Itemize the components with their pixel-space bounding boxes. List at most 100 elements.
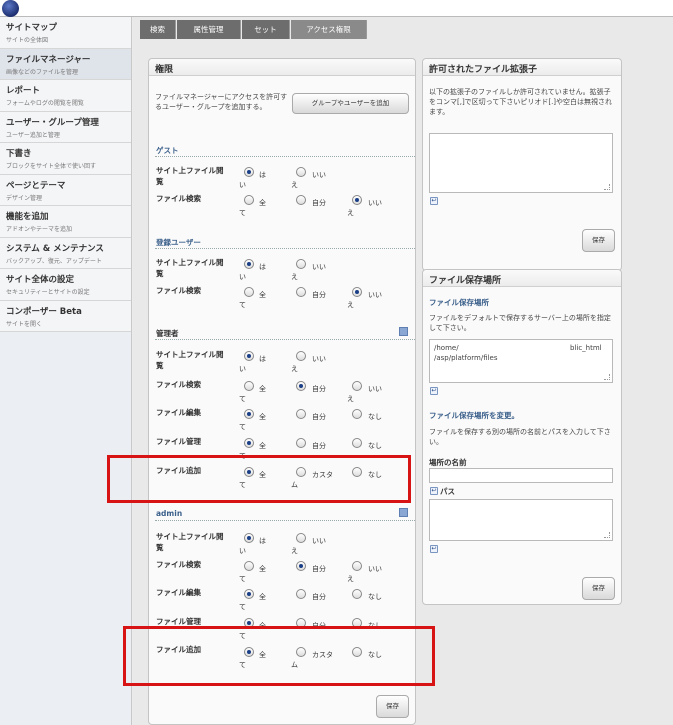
guest-search-self-radio[interactable] [296, 195, 306, 205]
registered-view-no-radio[interactable] [296, 259, 306, 269]
tab-search[interactable]: 検索 [140, 20, 176, 39]
main-area: 検索 属性管理 セット アクセス権限 権限 ファイルマネージャーにアクセスを許可… [133, 17, 673, 725]
label-view: サイト上ファイル閲覧 [156, 166, 224, 186]
group-heading-registered: 登録ユーザー [156, 238, 201, 247]
admins-search-no-radio[interactable] [352, 381, 362, 391]
admin-edit-none-radio[interactable] [352, 589, 362, 599]
expand-icon[interactable]: ↩ [430, 387, 438, 395]
admin-view-no-radio[interactable] [296, 533, 306, 543]
expand-icon[interactable]: ↩ [430, 197, 438, 205]
sidebar-item-sitemap[interactable]: サイトマップ サイトの全体図 [0, 17, 131, 49]
extensions-panel: 許可されたファイル拡張子 以下の拡張子のファイルしか許可されていません。拡張子を… [422, 58, 622, 271]
label-view: サイト上ファイル閲覧 [156, 350, 224, 370]
admin-search-no-radio[interactable] [352, 561, 362, 571]
resize-grip[interactable] [604, 532, 610, 538]
sidebar-item-reports[interactable]: レポート フォームやログの閲覧を閲覧 [0, 80, 131, 112]
location-name-input[interactable] [429, 468, 613, 483]
label-edit: ファイル編集 [156, 408, 201, 417]
label-search: ファイル検索 [156, 194, 201, 203]
sidebar-item-users-groups[interactable]: ユーザー・グループ管理 ユーザー追加と管理 [0, 111, 131, 143]
admins-search-all-radio[interactable] [244, 381, 254, 391]
guest-search-all-radio[interactable] [244, 195, 254, 205]
registered-view-yes-radio[interactable] [244, 259, 254, 269]
storage-default-heading: ファイル保存場所 [429, 298, 489, 307]
registered-search-no-radio[interactable] [352, 287, 362, 297]
tab-attributes[interactable]: 属性管理 [177, 20, 241, 39]
divider [155, 339, 415, 340]
sidebar-item-pages-themes[interactable]: ページとテーマ デザイン管理 [0, 174, 131, 206]
extensions-title: 許可されたファイル拡張子 [423, 59, 621, 76]
admin-search-self-radio[interactable] [296, 561, 306, 571]
admins-manage-none-radio[interactable] [352, 438, 362, 448]
admin-view-yes-radio[interactable] [244, 533, 254, 543]
tab-sets[interactable]: セット [242, 20, 290, 39]
guest-view-no-radio[interactable] [296, 167, 306, 177]
sidebar: サイトマップ サイトの全体図 ファイルマネージャー 画像などのファイルを管理 レポー… [0, 17, 132, 725]
permissions-intro: ファイルマネージャーにアクセスを許可するユーザー・グループを追加する。 [155, 93, 288, 111]
admins-edit-all-radio[interactable] [244, 409, 254, 419]
admin-search-all-radio[interactable] [244, 561, 254, 571]
admin-edit-all-radio[interactable] [244, 589, 254, 599]
permissions-panel: 権限 ファイルマネージャーにアクセスを許可するユーザー・グループを追加する。 グ… [148, 58, 416, 725]
remove-icon[interactable] [399, 508, 408, 517]
group-heading-guest: ゲスト [156, 146, 179, 155]
storage-change-heading: ファイル保存場所を変更。 [429, 411, 519, 420]
guest-view-yes-radio[interactable] [244, 167, 254, 177]
group-heading-admin-user: admin [156, 509, 183, 518]
storage-change-description: ファイルを保存する別の場所の名前とパスを入力して下さい。 [429, 428, 611, 446]
storage-panel: ファイル保存場所 ファイル保存場所 ファイルをデフォルトで保存するサーバー上の場… [422, 269, 622, 605]
admins-edit-self-radio[interactable] [296, 409, 306, 419]
storage-title: ファイル保存場所 [423, 270, 621, 287]
permissions-title: 権限 [149, 59, 415, 76]
resize-grip[interactable] [604, 184, 610, 190]
highlight-box-admin-add [123, 626, 435, 686]
registered-search-self-radio[interactable] [296, 287, 306, 297]
permissions-save-button[interactable]: 保存 [376, 695, 409, 718]
extensions-save-button[interactable]: 保存 [582, 229, 615, 252]
sidebar-item-scrapbook[interactable]: 下書き ブロックをサイト全体で使い回す [0, 143, 131, 175]
sidebar-item-file-manager[interactable]: ファイルマネージャー 画像などのファイルを管理 [0, 48, 131, 80]
group-heading-administrators: 管理者 [156, 329, 179, 338]
admins-manage-all-radio[interactable] [244, 438, 254, 448]
sidebar-item-add-functionality[interactable]: 機能を追加 アドオンやテーマを追加 [0, 206, 131, 238]
tab-access[interactable]: アクセス権限 [291, 20, 367, 39]
sidebar-item-composer[interactable]: コンポーザー Beta サイトを開く [0, 300, 131, 332]
divider [155, 156, 415, 157]
sidebar-item-system[interactable]: システム & メンテナンス バックアップ、復元、アップデート [0, 237, 131, 269]
location-name-label: 場所の名前 [429, 458, 467, 467]
label-view: サイト上ファイル閲覧 [156, 532, 224, 552]
admin-edit-self-radio[interactable] [296, 589, 306, 599]
remove-icon[interactable] [399, 327, 408, 336]
sidebar-item-site-settings[interactable]: サイト全体の設定 セキュリティーとサイトの設定 [0, 269, 131, 301]
top-bar [0, 0, 673, 17]
label-search: ファイル検索 [156, 286, 201, 295]
label-search: ファイル検索 [156, 560, 201, 569]
storage-save-button[interactable]: 保存 [582, 577, 615, 600]
storage-default-description: ファイルをデフォルトで保存するサーバー上の場所を指定して下さい。 [429, 314, 611, 332]
storage-path-field[interactable]: /home/ blic_html /asp/platform/files [429, 339, 613, 383]
label-view: サイト上ファイル閲覧 [156, 258, 224, 278]
extensions-textarea[interactable] [429, 133, 613, 193]
label-edit: ファイル編集 [156, 588, 201, 597]
tab-bar: 検索 属性管理 セット アクセス権限 [133, 17, 673, 39]
admins-view-no-radio[interactable] [296, 351, 306, 361]
label-search: ファイル検索 [156, 380, 201, 389]
extensions-description: 以下の拡張子のファイルしか許可されていません。拡張子をコンマ[,]で区切って下さ… [429, 88, 613, 116]
admins-edit-none-radio[interactable] [352, 409, 362, 419]
divider [155, 520, 415, 521]
site-logo[interactable] [2, 0, 19, 17]
guest-search-no-radio[interactable] [352, 195, 362, 205]
admins-manage-self-radio[interactable] [296, 438, 306, 448]
admins-view-yes-radio[interactable] [244, 351, 254, 361]
expand-icon[interactable]: ↩ [430, 487, 438, 495]
registered-search-all-radio[interactable] [244, 287, 254, 297]
resize-grip[interactable] [604, 374, 610, 380]
path-textarea[interactable] [429, 499, 613, 541]
expand-icon[interactable]: ↩ [430, 545, 438, 553]
highlight-box-administrators-add [107, 455, 411, 503]
path-label: パス [440, 487, 455, 496]
label-manage: ファイル管理 [156, 437, 201, 446]
divider [155, 248, 415, 249]
add-group-user-button[interactable]: グループやユーザーを追加 [292, 93, 409, 114]
admins-search-self-radio[interactable] [296, 381, 306, 391]
